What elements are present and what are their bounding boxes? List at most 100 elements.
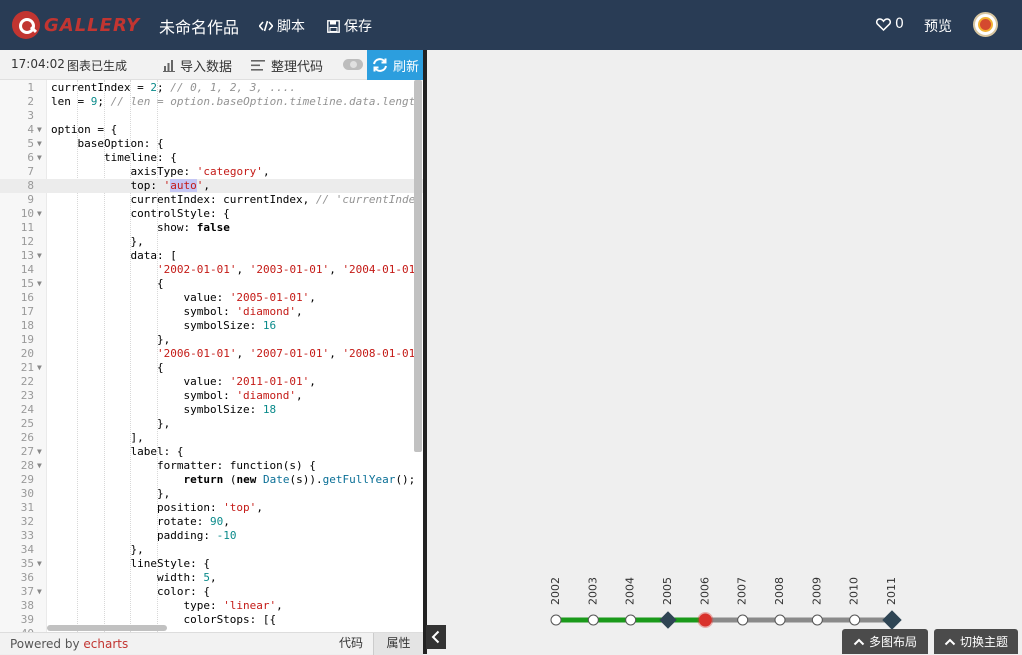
code-line[interactable]: 9 currentIndex: currentIndex, // 'curren… xyxy=(0,193,423,207)
code-textarea[interactable]: 1 currentIndex = 2; // 0, 1, 2, 3, .... 2 l… xyxy=(0,80,423,632)
fold-toggle-icon[interactable]: ▼ xyxy=(37,445,42,459)
fold-toggle-icon[interactable]: ▼ xyxy=(37,585,42,599)
user-avatar[interactable] xyxy=(973,12,998,37)
code-line[interactable]: 21 ▼ { xyxy=(0,361,423,375)
fold-toggle-icon[interactable]: ▼ xyxy=(37,151,42,165)
code-line[interactable]: 16 value: '2005-01-01', xyxy=(0,291,423,305)
code-line[interactable]: 25 }, xyxy=(0,417,423,431)
timeline-diamond-node[interactable] xyxy=(659,611,677,629)
code-line[interactable]: 22 value: '2011-01-01', xyxy=(0,375,423,389)
code-line[interactable]: 15 ▼ { xyxy=(0,277,423,291)
code-text: { xyxy=(51,277,164,290)
timeline-label: 2005 xyxy=(661,577,674,605)
code-line[interactable]: 3 xyxy=(0,109,423,123)
fold-toggle-icon[interactable]: ▼ xyxy=(37,137,42,151)
tab-code[interactable]: 代码 xyxy=(329,633,373,655)
code-line[interactable]: 6 ▼ timeline: { xyxy=(0,151,423,165)
code-line[interactable]: 24 symbolSize: 18 xyxy=(0,403,423,417)
tab-properties[interactable]: 属性 xyxy=(373,633,423,655)
format-code-button[interactable]: 整理代码 xyxy=(251,56,323,75)
timeline-node[interactable] xyxy=(587,614,599,626)
timeline-node[interactable] xyxy=(849,614,861,626)
code-line[interactable]: 17 symbol: 'diamond', xyxy=(0,305,423,319)
timeline-node[interactable] xyxy=(774,614,786,626)
code-line[interactable]: 5 ▼ baseOption: { xyxy=(0,137,423,151)
timeline-label: 2003 xyxy=(586,577,599,605)
multi-chart-layout-button[interactable]: 多图布局 xyxy=(842,629,928,654)
line-number: 14 xyxy=(20,263,34,276)
line-number: 21 xyxy=(20,361,34,374)
code-line[interactable]: 32 rotate: 90, xyxy=(0,515,423,529)
heart-icon xyxy=(876,17,891,31)
code-line[interactable]: 34 }, xyxy=(0,543,423,557)
code-line[interactable]: 20 '2006-01-01', '2007-01-01', '2008-01-… xyxy=(0,347,423,361)
code-text: '2002-01-01', '2003-01-01', '2004-01-01'… xyxy=(156,263,423,276)
code-text: controlStyle: { xyxy=(51,207,230,220)
horizontal-scrollbar[interactable] xyxy=(47,625,167,631)
code-line[interactable]: 12 }, xyxy=(0,235,423,249)
fold-toggle-icon[interactable]: ▼ xyxy=(37,123,42,137)
code-line[interactable]: 19 }, xyxy=(0,333,423,347)
chevron-up-icon xyxy=(853,638,865,645)
code-line[interactable]: 7 axisType: 'category', xyxy=(0,165,423,179)
line-number: 27 xyxy=(20,445,34,458)
code-text: top: 'auto', xyxy=(51,179,210,192)
fold-toggle-icon[interactable]: ▼ xyxy=(37,459,42,473)
code-line[interactable]: 23 symbol: 'diamond', xyxy=(0,389,423,403)
auto-refresh-toggle[interactable] xyxy=(343,59,363,70)
timeline-node[interactable] xyxy=(811,614,823,626)
code-line[interactable]: 18 symbolSize: 16 xyxy=(0,319,423,333)
code-line[interactable]: 10 ▼ controlStyle: { xyxy=(0,207,423,221)
code-line[interactable]: 27 ▼ label: { xyxy=(0,445,423,459)
like-button[interactable]: 0 xyxy=(876,16,904,32)
code-line[interactable]: 29 return (new Date(s)).getFullYear(); xyxy=(0,473,423,487)
timeline-node[interactable] xyxy=(550,614,562,626)
fold-toggle-icon[interactable]: ▼ xyxy=(37,361,42,375)
line-number: 36 xyxy=(20,571,34,584)
code-line[interactable]: 1 currentIndex = 2; // 0, 1, 2, 3, .... xyxy=(0,81,423,95)
preview-button[interactable]: 预览 xyxy=(924,16,952,36)
collapse-panel-button[interactable] xyxy=(426,625,446,649)
script-button[interactable]: 脚本 xyxy=(259,16,305,36)
code-line[interactable]: 36 width: 5, xyxy=(0,571,423,585)
code-line[interactable]: 2 len = 9; // len = option.baseOption.tim… xyxy=(0,95,423,109)
timeline-current-node[interactable] xyxy=(698,613,712,627)
import-data-label: 导入数据 xyxy=(180,60,233,75)
line-number: 17 xyxy=(20,305,34,318)
fold-toggle-icon[interactable]: ▼ xyxy=(37,277,42,291)
code-line[interactable]: 14 '2002-01-01', '2003-01-01', '2004-01-… xyxy=(0,263,423,277)
timeline-node[interactable] xyxy=(625,614,637,626)
refresh-button[interactable]: 刷新 xyxy=(367,50,423,80)
save-button[interactable]: 保存 xyxy=(327,16,372,36)
code-line[interactable]: 28 ▼ formatter: function(s) { xyxy=(0,459,423,473)
echarts-link[interactable]: echarts xyxy=(83,637,128,651)
code-line[interactable]: 35 ▼ lineStyle: { xyxy=(0,557,423,571)
project-title[interactable]: 未命名作品 xyxy=(159,14,239,38)
switch-theme-button[interactable]: 切换主题 xyxy=(934,629,1018,654)
gallery-logo[interactable]: GALLERY xyxy=(12,11,140,39)
code-text: symbolSize: 16 xyxy=(51,319,277,332)
line-number: 25 xyxy=(20,417,34,430)
code-line[interactable]: 37 ▼ color: { xyxy=(0,585,423,599)
generated-time: 17:04:02 xyxy=(11,57,65,71)
code-line[interactable]: 38 type: 'linear', xyxy=(0,599,423,613)
code-text: symbol: 'diamond', xyxy=(51,305,303,318)
fold-toggle-icon[interactable]: ▼ xyxy=(37,249,42,263)
timeline-diamond-node[interactable] xyxy=(882,610,902,630)
code-line[interactable]: 8 top: 'auto', xyxy=(0,179,423,193)
code-line[interactable]: 31 position: 'top', xyxy=(0,501,423,515)
timeline-node[interactable] xyxy=(737,614,749,626)
line-number: 10 xyxy=(20,207,34,220)
code-line[interactable]: 30 }, xyxy=(0,487,423,501)
fold-toggle-icon[interactable]: ▼ xyxy=(37,207,42,221)
fold-toggle-icon[interactable]: ▼ xyxy=(37,557,42,571)
timeline-label: 2009 xyxy=(810,577,823,605)
timeline-label: 2002 xyxy=(549,577,562,605)
code-line[interactable]: 11 show: false xyxy=(0,221,423,235)
code-line[interactable]: 13 ▼ data: [ xyxy=(0,249,423,263)
vertical-scrollbar[interactable] xyxy=(414,80,422,452)
code-line[interactable]: 26 ], xyxy=(0,431,423,445)
code-line[interactable]: 33 padding: -10 xyxy=(0,529,423,543)
import-data-button[interactable]: 导入数据 xyxy=(163,56,232,75)
code-line[interactable]: 4 ▼ option = { xyxy=(0,123,423,137)
